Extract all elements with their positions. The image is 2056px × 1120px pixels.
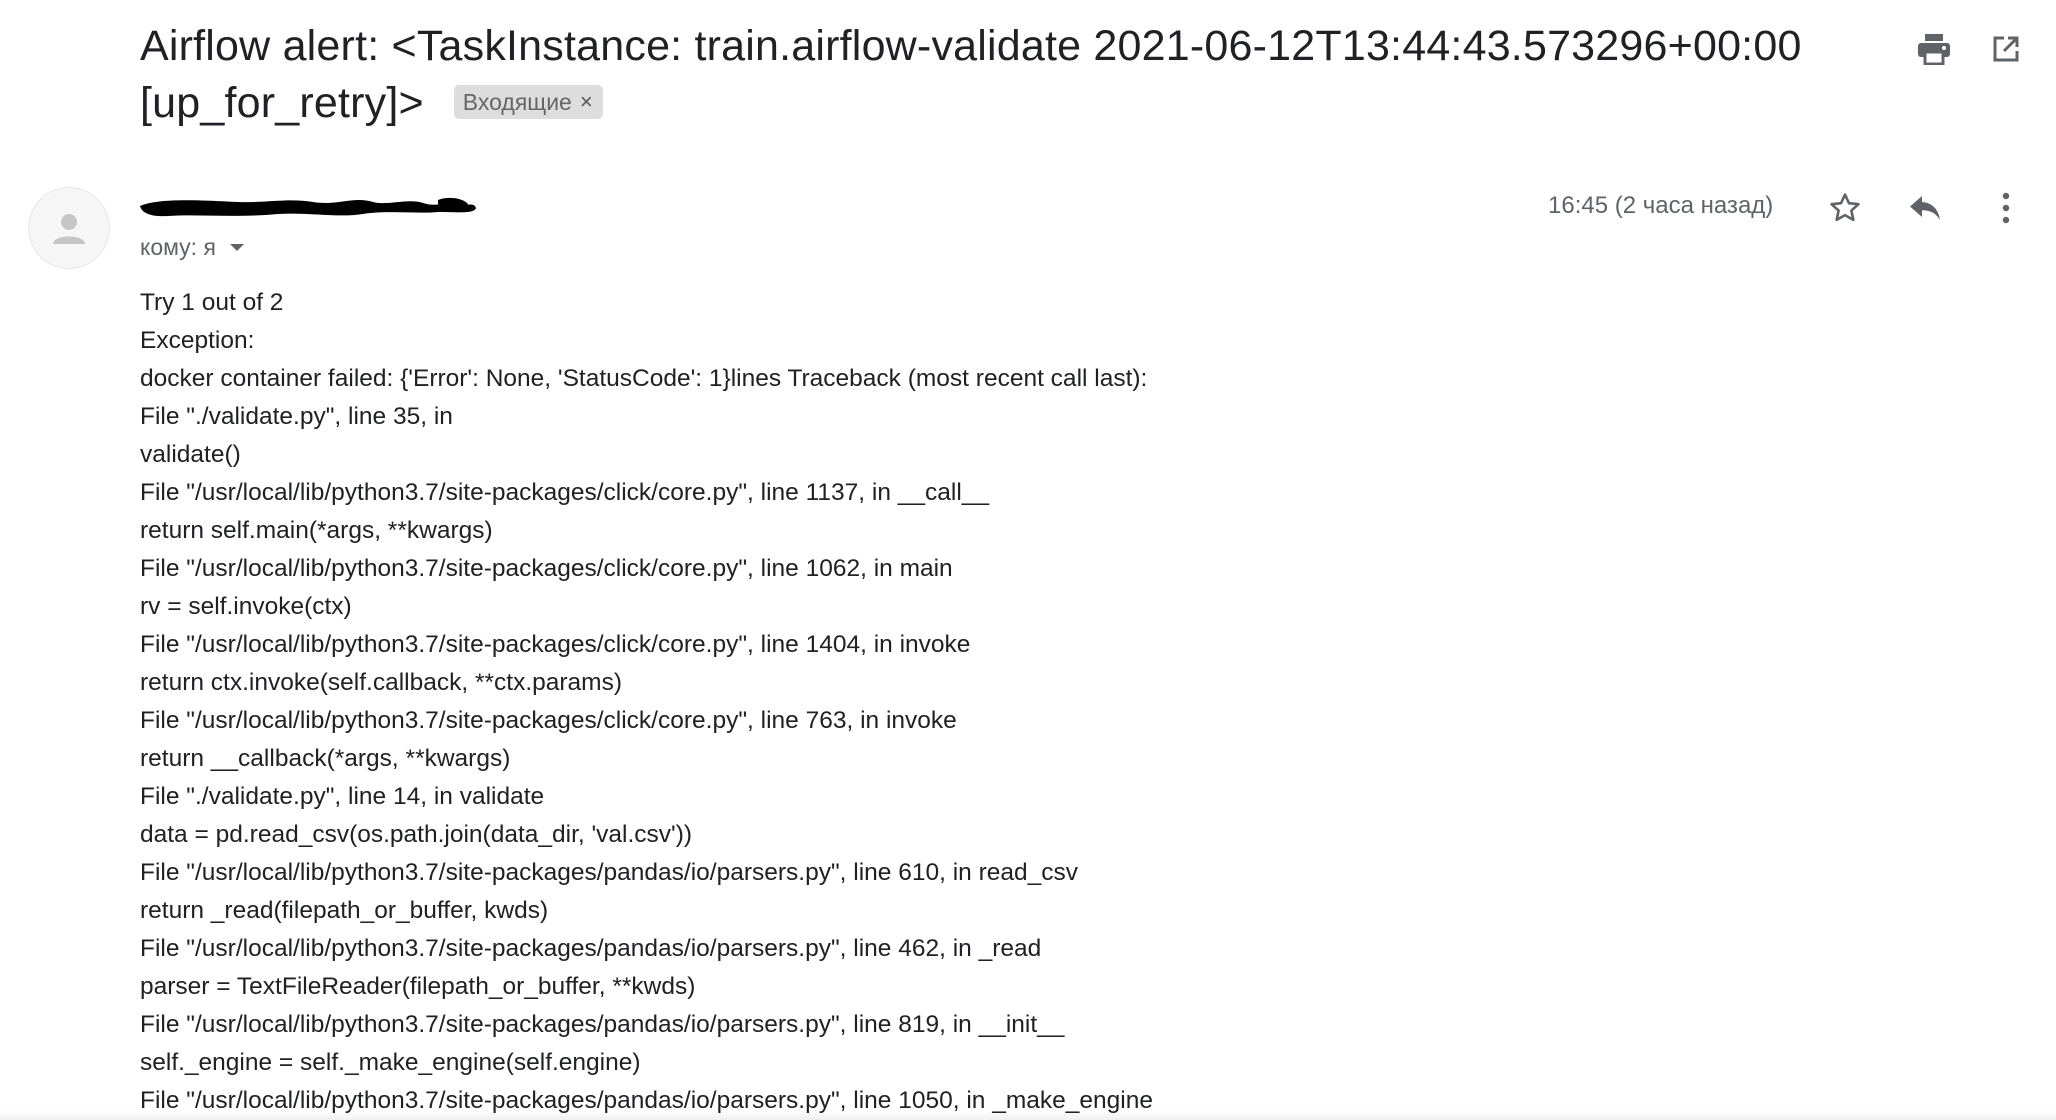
remove-label-icon[interactable]: × — [580, 85, 593, 119]
open-in-new-window-icon[interactable] — [1984, 27, 2028, 71]
body-line: Try 1 out of 2 — [140, 289, 284, 316]
body-line: File "/usr/local/lib/python3.7/site-pack… — [140, 707, 957, 734]
body-line: parser = TextFileReader(filepath_or_buff… — [140, 973, 696, 1000]
star-icon[interactable] — [1820, 183, 1870, 233]
body-line: File "/usr/local/lib/python3.7/site-pack… — [140, 1011, 1065, 1038]
body-line: return _read(filepath_or_buffer, kwds) — [140, 897, 549, 924]
inbox-label-chip[interactable]: Входящие × — [453, 85, 603, 119]
subject-text: Airflow alert: <TaskInstance: train.airf… — [140, 22, 1802, 127]
body-line: File "./validate.py", line 14, in valida… — [140, 783, 545, 810]
chevron-down-icon — [229, 244, 244, 251]
body-line: File "/usr/local/lib/python3.7/site-pack… — [140, 935, 1042, 962]
body-line: return self.main(*args, **kwargs) — [140, 517, 493, 544]
body-line: File "/usr/local/lib/python3.7/site-pack… — [140, 555, 953, 582]
body-line: File "/usr/local/lib/python3.7/site-pack… — [140, 479, 990, 506]
body-line: File "./validate.py", line 35, in — [140, 403, 453, 430]
print-icon[interactable] — [1912, 27, 1956, 71]
body-line: docker container failed: {'Error': None,… — [140, 365, 1148, 392]
body-line: rv = self.invoke(ctx) — [140, 593, 352, 620]
more-vertical-icon[interactable] — [1981, 183, 2031, 233]
body-line: return __callback(*args, **kwargs) — [140, 745, 511, 772]
sender-avatar[interactable] — [28, 187, 110, 269]
email-subject: Airflow alert: <TaskInstance: train.airf… — [140, 18, 1840, 132]
email-view: Airflow alert: <TaskInstance: train.airf… — [0, 0, 2056, 1120]
bottom-scroll-shadow — [0, 1110, 2056, 1120]
default-avatar-icon — [53, 214, 85, 244]
body-line: File "/usr/local/lib/python3.7/site-pack… — [140, 631, 971, 658]
redacted-sender-name — [140, 197, 476, 217]
body-line: Exception: — [140, 327, 255, 354]
message-body: Try 1 out of 2 Exception: docker container… — [140, 284, 2020, 1120]
body-line: File "/usr/local/lib/python3.7/site-pack… — [140, 859, 1079, 886]
recipient-details-toggle[interactable]: кому: я — [140, 234, 244, 261]
message-timestamp: 16:45 (2 часа назад) — [1548, 192, 1774, 219]
reply-icon[interactable] — [1900, 183, 1950, 233]
label-chip-text: Входящие — [462, 89, 572, 115]
recipient-text: кому: я — [140, 234, 216, 260]
body-line: validate() — [140, 441, 241, 468]
body-line: self._engine = self._make_engine(self.en… — [140, 1049, 641, 1076]
body-line: return ctx.invoke(self.callback, **ctx.p… — [140, 669, 622, 696]
body-line: data = pd.read_csv(os.path.join(data_dir… — [140, 821, 693, 848]
